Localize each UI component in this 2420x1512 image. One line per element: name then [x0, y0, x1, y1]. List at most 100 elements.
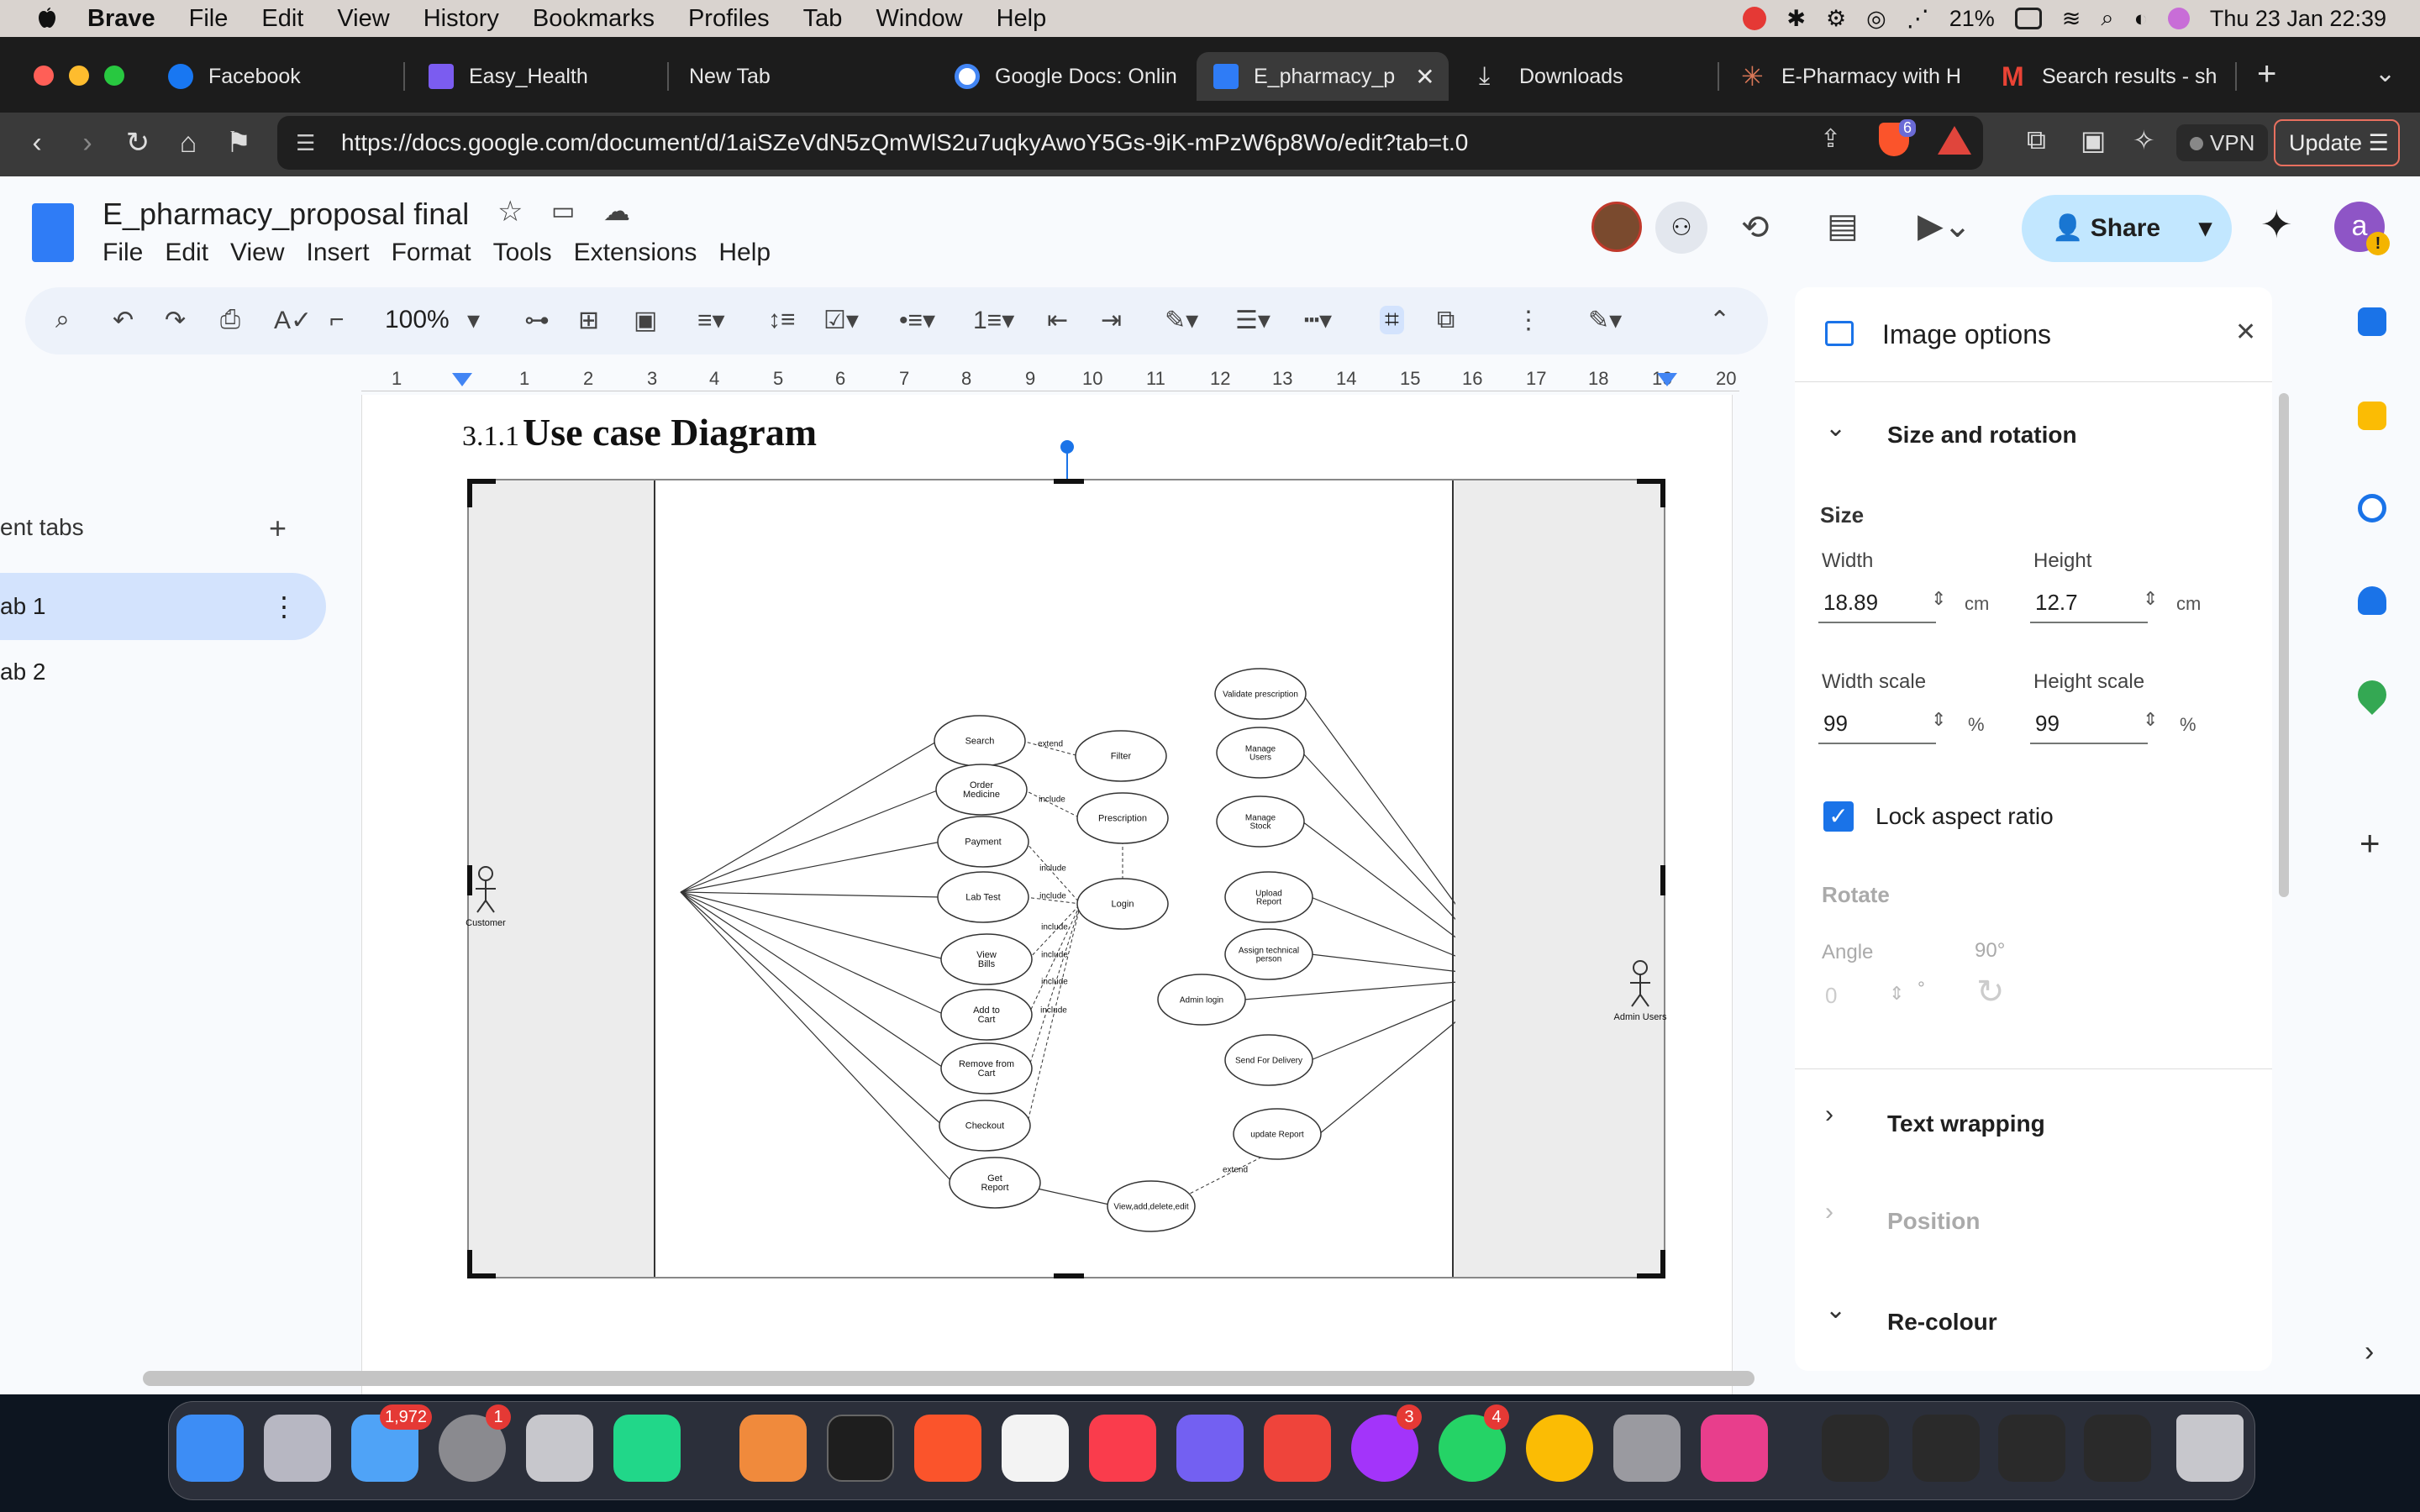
comments-icon[interactable]: ▤ [1827, 207, 1859, 245]
search-menus-icon[interactable]: ⌕ [55, 306, 70, 334]
crop-handle-left[interactable] [467, 865, 472, 895]
share-page-icon[interactable]: ⇪ [1820, 124, 1841, 154]
share-dropdown-icon[interactable]: ▾ [2199, 195, 2212, 262]
width-scale-input[interactable]: 99 [1818, 702, 1936, 744]
tasks-icon[interactable] [2358, 494, 2386, 522]
menu-app-name[interactable]: Brave [87, 5, 155, 33]
menu-view[interactable]: View [337, 5, 389, 33]
add-tab-icon[interactable]: + [269, 511, 287, 546]
menu-profiles[interactable]: Profiles [688, 5, 770, 33]
width-input[interactable]: 18.89 [1818, 581, 1936, 623]
minimize-window-button[interactable] [69, 66, 89, 86]
width-stepper-icon[interactable]: ⇕ [1931, 588, 1946, 610]
position-header[interactable]: Position [1887, 1208, 1980, 1235]
editing-mode-icon[interactable]: ✎▾ [1588, 306, 1622, 335]
size-rotation-header[interactable]: Size and rotation [1887, 422, 2077, 449]
get-addons-icon[interactable]: + [2360, 823, 2381, 864]
docs-menu-tools[interactable]: Tools [493, 239, 552, 267]
meet-presence-icon[interactable]: ⚇ [1655, 202, 1707, 254]
move-folder-icon[interactable]: ▭ [551, 197, 575, 226]
menu-tab[interactable]: Tab [803, 5, 843, 33]
lock-aspect-label[interactable]: Lock aspect ratio [1876, 803, 2054, 830]
tab-downloads[interactable]: ⤓ Downloads [1462, 52, 1714, 101]
redo-icon[interactable]: ↷ [165, 306, 186, 335]
angle-input[interactable]: 0 [1825, 983, 1837, 1009]
cloud-saved-icon[interactable]: ☁ [603, 195, 630, 227]
bulleted-list-icon[interactable]: •≡▾ [899, 306, 935, 335]
link-icon[interactable]: ⊶ [524, 306, 550, 335]
docs-logo-icon[interactable] [32, 203, 74, 262]
width-scale-stepper-icon[interactable]: ⇕ [1931, 709, 1946, 731]
sidebar-tab-2[interactable]: ab 2 [0, 659, 46, 685]
gemini-icon[interactable]: ✦ [2260, 202, 2293, 247]
replace-image-icon[interactable]: ⧉ [1437, 306, 1455, 334]
crop-handle-top[interactable] [1054, 479, 1084, 484]
border-dash-icon[interactable]: ┅▾ [1304, 306, 1332, 335]
text-wrapping-header[interactable]: Text wrapping [1887, 1110, 2045, 1137]
forward-button[interactable]: › [71, 126, 104, 160]
docs-menu-insert[interactable]: Insert [307, 239, 370, 267]
left-indent-marker[interactable] [452, 373, 472, 386]
wallet-icon[interactable]: ▣ [2081, 124, 2106, 156]
docs-menu-help[interactable]: Help [718, 239, 771, 267]
docs-menu-edit[interactable]: Edit [165, 239, 208, 267]
docs-menu-file[interactable]: File [103, 239, 143, 267]
recent-window-thumbnail[interactable] [2084, 1415, 2151, 1482]
crop-handle-bottom-right[interactable] [1637, 1250, 1665, 1278]
wifi-icon[interactable]: ≋ [2062, 6, 2081, 32]
line-spacing-icon[interactable]: ↕≡ [768, 306, 796, 334]
chevron-right-icon[interactable]: › [1825, 1100, 1833, 1129]
menu-help[interactable]: Help [997, 5, 1047, 33]
update-button[interactable]: Update ☰ [2274, 119, 2400, 166]
new-tab-button[interactable]: + [2257, 55, 2276, 93]
tab-e-pharmacy-claude[interactable]: ✳ E-Pharmacy with H [1724, 52, 1968, 101]
apple-icon[interactable] [34, 6, 59, 31]
back-button[interactable]: ‹ [20, 126, 54, 160]
reload-button[interactable]: ↻ [121, 126, 155, 160]
height-stepper-icon[interactable]: ⇕ [2143, 588, 2158, 610]
zoom-select[interactable]: 100% [385, 306, 450, 334]
rotate-handle[interactable] [1060, 440, 1074, 454]
crop-handle-bottom[interactable] [1054, 1273, 1084, 1278]
right-indent-marker[interactable] [1657, 373, 1677, 386]
crop-handle-right[interactable] [1660, 865, 1665, 895]
maps-icon[interactable] [2351, 674, 2393, 716]
music-icon[interactable] [1089, 1415, 1156, 1482]
menu-bookmarks[interactable]: Bookmarks [533, 5, 655, 33]
crop-handle-top-left[interactable] [467, 479, 496, 507]
tab-easy-health[interactable]: Easy_Health [412, 52, 647, 101]
selected-image[interactable]: extend include include include include includ… [467, 479, 1665, 1278]
iphone-mirroring-icon[interactable] [526, 1415, 593, 1482]
calendar-icon[interactable] [2358, 307, 2386, 336]
more-options-icon[interactable]: ⋮ [1516, 306, 1541, 335]
undo-icon[interactable]: ↶ [113, 306, 134, 335]
panel-scrollbar[interactable] [2279, 393, 2289, 897]
finder-icon[interactable] [176, 1415, 244, 1482]
meet-button[interactable]: ▶⌄ [1918, 207, 1971, 245]
chevron-right-icon[interactable]: › [1825, 1198, 1833, 1226]
notification-icon[interactable] [1743, 7, 1767, 30]
home-button[interactable]: ⌂ [171, 126, 205, 160]
align-icon[interactable]: ≡▾ [697, 306, 725, 335]
paint-format-icon[interactable]: ⌐ [329, 306, 345, 334]
dock-app-icon[interactable] [1701, 1415, 1768, 1482]
share-button[interactable]: 👤 Share ▾ [2022, 195, 2232, 262]
spellcheck-icon[interactable]: A✓ [274, 306, 312, 335]
star-icon[interactable]: ☆ [497, 195, 523, 228]
menu-history[interactable]: History [424, 5, 499, 33]
border-colour-icon[interactable]: ✎▾ [1165, 306, 1198, 335]
inkscape-icon[interactable] [739, 1415, 807, 1482]
menu-edit[interactable]: Edit [261, 5, 303, 33]
zoom-window-button[interactable] [104, 66, 124, 86]
trash-icon[interactable] [2176, 1415, 2244, 1482]
brave-icon[interactable] [914, 1415, 981, 1482]
close-icon[interactable]: ✕ [2235, 318, 2256, 347]
tab-list-chevron-icon[interactable]: ⌄ [2375, 59, 2396, 88]
siri-icon[interactable] [2167, 8, 2190, 29]
viber-icon[interactable] [1176, 1415, 1244, 1482]
extensions-icon[interactable]: ⧉ [2027, 124, 2046, 156]
anydesk-icon[interactable] [1264, 1415, 1331, 1482]
clock[interactable]: Thu 23 Jan 22:39 [2210, 6, 2386, 32]
address-bar[interactable]: ☰ https://docs.google.com/document/d/1aiS… [277, 116, 1983, 170]
zoom-dropdown-icon[interactable]: ▾ [467, 306, 480, 335]
